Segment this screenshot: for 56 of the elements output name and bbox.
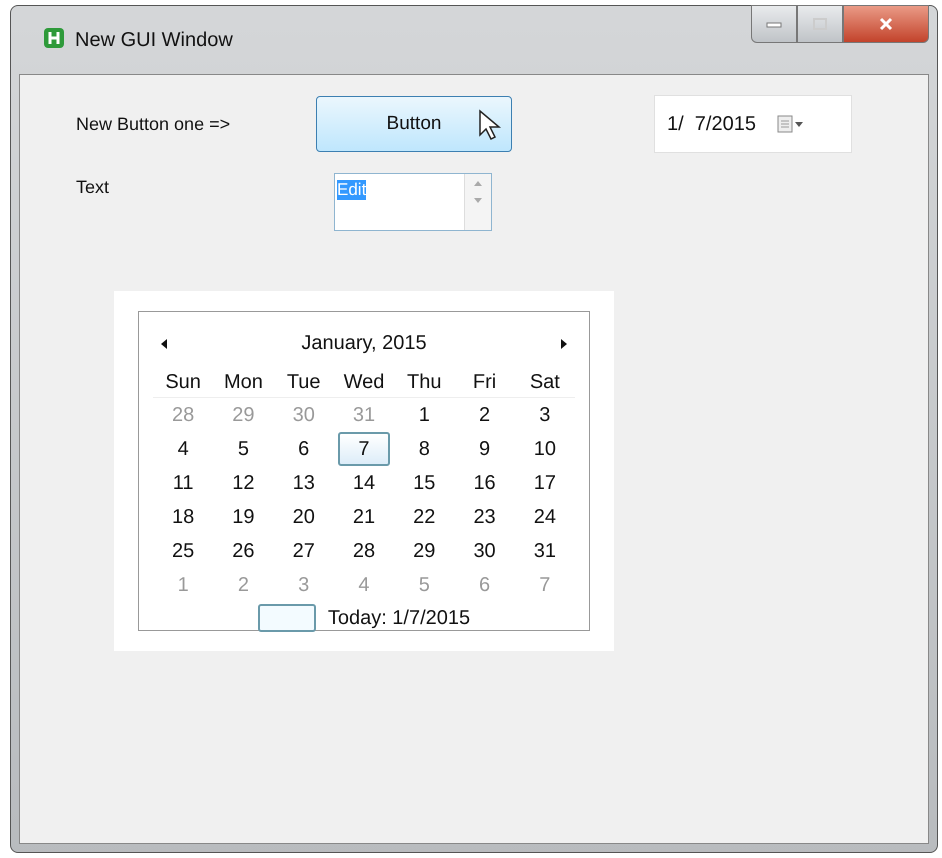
calendar-day[interactable]: 13 <box>278 466 330 500</box>
calendar-day[interactable]: 12 <box>217 466 270 500</box>
push-button[interactable]: Button <box>316 96 512 152</box>
close-button[interactable] <box>843 5 929 43</box>
calendar-day[interactable]: 7 <box>338 432 390 466</box>
calendar-day[interactable]: 10 <box>518 432 571 466</box>
calendar-day[interactable]: 2 <box>458 398 511 432</box>
calendar-day[interactable]: 6 <box>278 432 330 466</box>
today-marker-icon <box>258 604 316 632</box>
calendar-day[interactable]: 30 <box>458 534 511 568</box>
date-value: 1/ 7/2015 <box>667 112 756 136</box>
window-title: New GUI Window <box>75 28 233 52</box>
button-label: New Button one => <box>76 114 232 134</box>
weekday-label: Sun <box>164 370 202 395</box>
calendar-day[interactable]: 24 <box>518 500 571 534</box>
next-month-icon[interactable] <box>559 336 569 350</box>
calendar-day[interactable]: 29 <box>398 534 450 568</box>
calendar-day[interactable]: 5 <box>217 432 270 466</box>
calendar-day[interactable]: 20 <box>278 500 330 534</box>
minimize-icon <box>766 20 782 28</box>
weekday-label: Fri <box>472 370 498 395</box>
calendar-day[interactable]: 16 <box>458 466 511 500</box>
calendar-day[interactable]: 9 <box>458 432 511 466</box>
today-link[interactable]: Today: 1/7/2015 <box>328 606 470 630</box>
weekday-label: Tue <box>286 370 322 395</box>
weekday-label: Sat <box>528 370 561 395</box>
calendar-day[interactable]: 25 <box>157 534 210 568</box>
date-picker[interactable]: 1/ 7/2015 <box>654 95 852 153</box>
calendar-day[interactable]: 22 <box>398 500 450 534</box>
weekday-label: Mon <box>222 370 264 395</box>
month-title[interactable]: January, 2015 <box>301 332 427 355</box>
calendar-day[interactable]: 28 <box>338 534 390 568</box>
calendar-day[interactable]: 15 <box>398 466 450 500</box>
calendar-day[interactable]: 26 <box>217 534 270 568</box>
maximize-button[interactable] <box>797 5 843 43</box>
mouse-cursor-icon <box>478 109 504 141</box>
calendar-day[interactable]: 31 <box>518 534 571 568</box>
text-label: Text <box>76 177 110 198</box>
calendar-dropdown-icon[interactable] <box>776 114 806 134</box>
close-icon <box>878 17 894 31</box>
calendar-day[interactable]: 3 <box>518 398 571 432</box>
calendar-day[interactable]: 4 <box>157 432 210 466</box>
calendar-day[interactable]: 8 <box>398 432 450 466</box>
calendar-day[interactable]: 1 <box>398 398 450 432</box>
calendar-day[interactable]: 27 <box>278 534 330 568</box>
calendar-day[interactable]: 14 <box>338 466 390 500</box>
weekday-label: Thu <box>406 370 443 395</box>
calendar-day[interactable]: 18 <box>157 500 210 534</box>
calendar-day[interactable]: 11 <box>157 466 210 500</box>
weekday-label: Wed <box>342 370 386 395</box>
calendar-day[interactable]: 17 <box>518 466 571 500</box>
calendar-day[interactable]: 23 <box>458 500 511 534</box>
calendar-day[interactable]: 21 <box>338 500 390 534</box>
previous-month-icon[interactable] <box>159 336 169 350</box>
calendar-day[interactable]: 19 <box>217 500 270 534</box>
minimize-button[interactable] <box>751 5 797 43</box>
